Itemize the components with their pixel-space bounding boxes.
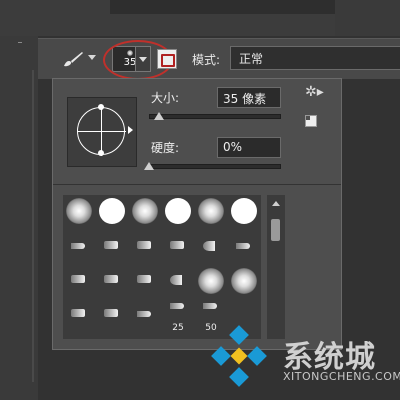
soft-round-brush-icon [198, 268, 224, 294]
flat-brush-icon [137, 275, 151, 283]
brush-preset[interactable] [129, 231, 161, 263]
brush-preset[interactable] [96, 299, 128, 331]
brush-preset[interactable] [228, 265, 260, 297]
brush-preset[interactable] [63, 299, 95, 331]
flat-brush-icon [104, 241, 118, 249]
brush-preset[interactable] [96, 195, 128, 227]
tools-panel [0, 36, 38, 400]
roundness-handle-bottom[interactable] [98, 150, 104, 156]
brush-preset[interactable] [129, 195, 161, 227]
brush-presets-grid: 25 50 [63, 195, 261, 339]
hardness-input-value: 0% [223, 140, 243, 154]
brush-preset[interactable] [129, 299, 161, 331]
hardness-slider-thumb[interactable] [144, 162, 154, 170]
soft-round-brush-icon [66, 198, 92, 224]
size-slider-thumb[interactable] [154, 112, 165, 120]
soft-round-brush-icon [132, 198, 158, 224]
brush-preset[interactable] [63, 195, 95, 227]
pen-tip-brush-icon [71, 243, 85, 249]
brush-preset[interactable] [129, 265, 161, 297]
menu-bar-right [335, 0, 400, 36]
brush-preset[interactable] [96, 231, 128, 263]
brush-preset[interactable]: 25 [162, 299, 194, 333]
pen-tip-brush-icon [170, 303, 184, 309]
roundness-handle-top[interactable] [98, 104, 104, 110]
hard-round-brush-icon [231, 198, 257, 224]
flat-brush-icon [71, 275, 85, 283]
pen-tip-brush-icon [236, 243, 250, 249]
size-input-value: 35 像素 [223, 92, 267, 106]
hardness-label: 硬度: [151, 141, 180, 155]
flat-brush-icon [137, 241, 151, 249]
brush-preset[interactable] [162, 265, 194, 297]
mode-label: 模式: [192, 53, 221, 67]
watermark-logo [211, 325, 267, 387]
flat-brush-icon [170, 241, 184, 249]
pen-tip-brush-icon [203, 303, 217, 309]
size-label: 大小: [151, 91, 180, 105]
panel-divider [53, 184, 341, 185]
hard-round-brush-icon [165, 198, 191, 224]
fan-brush-icon [170, 275, 182, 285]
brush-preset[interactable] [195, 265, 227, 297]
brush-preset-size-label: 25 [172, 323, 184, 333]
brush-panel-toggle-icon[interactable] [157, 49, 177, 69]
soft-round-brush-icon [231, 268, 257, 294]
brush-preset[interactable] [228, 195, 260, 227]
brush-angle-preview[interactable] [67, 97, 137, 167]
hard-round-brush-icon [99, 198, 125, 224]
pen-tip-brush-icon [137, 311, 151, 317]
scroll-up-arrow-icon[interactable] [272, 201, 280, 206]
brush-preset[interactable] [195, 231, 227, 263]
tool-preset-dropdown[interactable] [88, 55, 96, 60]
brush-preset[interactable] [63, 231, 95, 263]
hardness-slider[interactable] [149, 164, 281, 169]
brush-preset[interactable] [162, 195, 194, 227]
mode-select[interactable]: 正常 [230, 46, 400, 70]
angle-arrow-icon[interactable] [128, 126, 133, 134]
scrollbar-thumb[interactable] [271, 219, 280, 241]
brush-preset[interactable] [162, 231, 194, 263]
brush-tool-icon[interactable] [62, 50, 84, 68]
hardness-input[interactable]: 0% [217, 137, 281, 158]
brush-preset[interactable] [96, 265, 128, 297]
menu-bar-items [110, 0, 338, 14]
flat-brush-icon [104, 275, 118, 283]
crosshair-vertical [101, 107, 102, 156]
mode-select-value: 正常 [239, 52, 264, 66]
size-slider[interactable] [149, 114, 281, 119]
gear-icon[interactable]: ✲▸ [305, 85, 324, 99]
flat-brush-icon [104, 309, 118, 317]
new-preset-icon[interactable] [305, 115, 317, 127]
size-input[interactable]: 35 像素 [217, 87, 281, 108]
flat-brush-icon [71, 309, 85, 317]
brush-preset[interactable] [228, 231, 260, 263]
brush-preset[interactable] [63, 265, 95, 297]
soft-round-brush-icon [198, 198, 224, 224]
brush-preset-panel: 大小: 35 像素 ✲▸ 硬度: 0% 25 50 [52, 78, 342, 350]
tools-panel-separator [32, 70, 34, 382]
watermark-subtitle: XITONGCHENG.COM [283, 370, 400, 383]
menu-bar [0, 0, 400, 36]
panel-grip[interactable] [18, 42, 22, 43]
presets-scrollbar[interactable] [267, 195, 285, 339]
brush-preset[interactable] [195, 195, 227, 227]
fan-brush-icon [203, 241, 215, 251]
